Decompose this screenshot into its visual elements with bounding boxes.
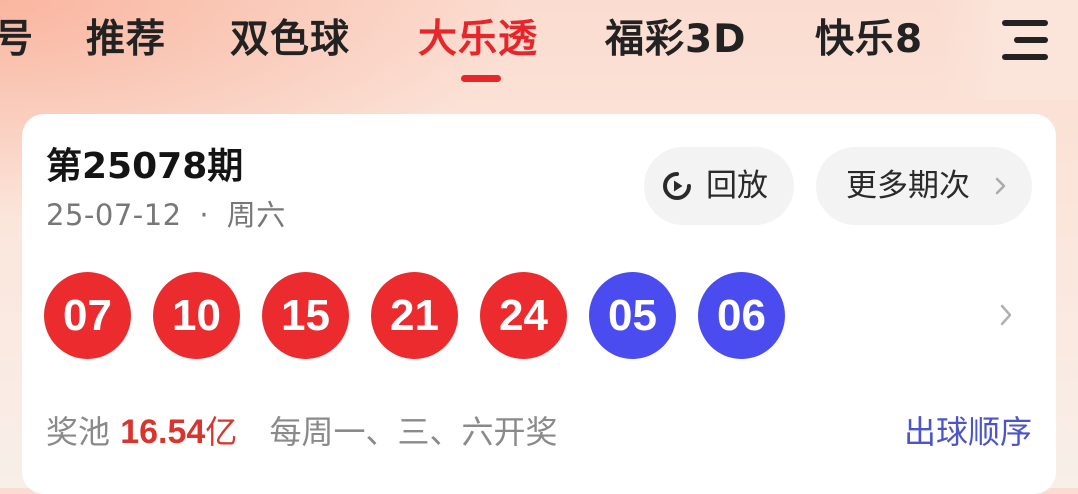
pool-unit: 亿 (205, 413, 238, 451)
tab-recommend[interactable]: 推荐 (86, 12, 166, 68)
replay-label: 回放 (706, 168, 768, 204)
draw-result-card[interactable]: 第25078期 25-07-12 · 周六 回放 更多期次 07 10 15 2… (22, 114, 1056, 494)
pool-label: 奖池 (46, 413, 111, 451)
draw-weekday: 周六 (226, 198, 286, 232)
red-ball: 24 (480, 272, 567, 359)
red-ball: 10 (153, 272, 240, 359)
red-ball: 21 (371, 272, 458, 359)
replay-play-icon (663, 172, 691, 200)
tab-double-color-ball[interactable]: 双色球 (230, 12, 350, 68)
prize-pool-info: 奖池 16.54亿 每周一、三、六开奖 (46, 410, 557, 454)
chevron-right-icon (995, 177, 1006, 195)
draw-order-link[interactable]: 出球顺序 (904, 410, 1032, 454)
blue-ball: 05 (589, 272, 676, 359)
replay-button[interactable]: 回放 (644, 147, 794, 225)
tab-super-lotto[interactable]: 大乐透 (418, 12, 538, 68)
red-ball: 07 (44, 272, 131, 359)
chevron-right-icon[interactable] (998, 302, 1014, 328)
more-issues-button[interactable]: 更多期次 (816, 147, 1032, 225)
red-ball: 15 (262, 272, 349, 359)
draw-date-line: 25-07-12 · 周六 (46, 196, 286, 234)
issue-number: 第25078期 (46, 146, 244, 187)
pool-amount: 16.54 (120, 413, 206, 451)
date-separator: · (199, 198, 210, 232)
blue-ball: 06 (698, 272, 785, 359)
active-tab-indicator (461, 75, 501, 82)
hamburger-menu-icon[interactable] (996, 18, 1048, 62)
winning-numbers: 07 10 15 21 24 05 06 (44, 272, 804, 360)
lottery-tab-bar: 号 推荐 双色球 大乐透 福彩3D 快乐8 (0, 0, 1078, 100)
more-issues-label: 更多期次 (846, 168, 970, 204)
draw-date: 25-07-12 (46, 198, 182, 232)
tab-fucai-3d[interactable]: 福彩3D (605, 12, 747, 68)
tab-partial[interactable]: 号 (0, 12, 34, 68)
draw-schedule: 每周一、三、六开奖 (269, 413, 558, 451)
tab-happy-8[interactable]: 快乐8 (815, 12, 923, 68)
